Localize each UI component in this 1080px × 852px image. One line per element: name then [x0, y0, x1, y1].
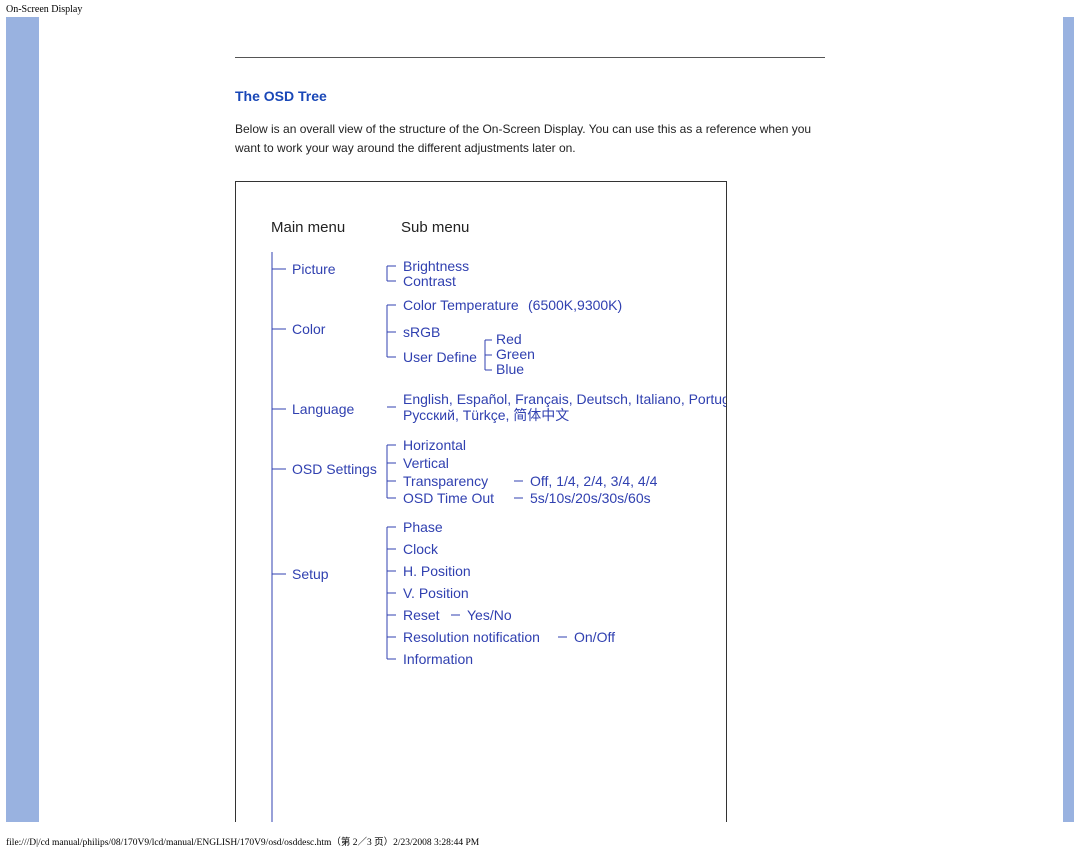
sub-h-position: H. Position [403, 563, 471, 579]
page-body: The OSD Tree Below is an overall view of… [0, 17, 1080, 828]
main-language: Language [292, 401, 355, 417]
body-paragraph: Below is an overall view of the structur… [235, 120, 825, 157]
sub-color-temperature: Color Temperature [403, 297, 519, 313]
opt-green: Green [496, 346, 535, 362]
sub-v-position: V. Position [403, 585, 469, 601]
main-osd-settings: OSD Settings [292, 461, 377, 477]
footer-path: file:///D|/cd manual/philips/08/170V9/lc… [0, 828, 1080, 852]
sub-vertical: Vertical [403, 455, 449, 471]
opt-blue: Blue [496, 361, 524, 377]
main-setup: Setup [292, 566, 329, 582]
sub-phase: Phase [403, 519, 443, 535]
opt-osd-timeout: 5s/10s/20s/30s/60s [530, 490, 651, 506]
opt-red: Red [496, 331, 522, 347]
sub-resolution-notification: Resolution notification [403, 629, 540, 645]
opt-reset: Yes/No [467, 607, 512, 623]
main-color: Color [292, 321, 326, 337]
osd-tree-diagram: Main menu Sub menu Picture Color Languag… [235, 181, 727, 822]
left-decor-rail [6, 17, 39, 822]
sub-contrast: Contrast [403, 273, 456, 289]
sub-osd-timeout: OSD Time Out [403, 490, 494, 506]
header-sub-menu: Sub menu [401, 219, 469, 236]
page-top-title: On-Screen Display [0, 0, 1080, 17]
section-heading: The OSD Tree [235, 88, 1015, 104]
sub-user-define: User Define [403, 349, 477, 365]
opt-transparency: Off, 1/4, 2/4, 3/4, 4/4 [530, 473, 658, 489]
sub-languages-2: Русский, Türkçe, 简体中文 [403, 407, 569, 423]
sub-information: Information [403, 651, 473, 667]
sub-brightness: Brightness [403, 258, 469, 274]
right-decor-rail [1063, 17, 1074, 822]
sub-srgb: sRGB [403, 324, 440, 340]
main-content-column: The OSD Tree Below is an overall view of… [235, 17, 1015, 822]
sub-transparency: Transparency [403, 473, 488, 489]
opt-res-notif: On/Off [574, 629, 615, 645]
sub-horizontal: Horizontal [403, 437, 466, 453]
section-divider [235, 57, 825, 58]
opt-color-temp: (6500K,9300K) [528, 297, 622, 313]
sub-languages-1: English, Español, Français, Deutsch, Ita… [403, 391, 726, 407]
main-picture: Picture [292, 261, 336, 277]
sub-reset: Reset [403, 607, 440, 623]
header-main-menu: Main menu [271, 219, 345, 236]
sub-clock: Clock [403, 541, 439, 557]
